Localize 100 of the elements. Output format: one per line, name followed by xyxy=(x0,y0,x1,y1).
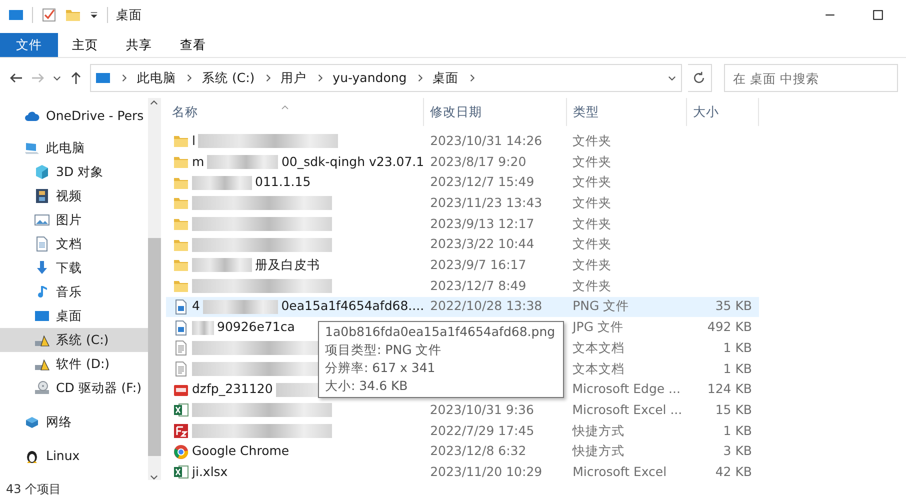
folder-icon xyxy=(173,216,189,232)
file-type: 文件夹 xyxy=(572,132,612,148)
file-type: 文件夹 xyxy=(572,154,612,169)
modified-date: 2023/12/7 8:49 xyxy=(430,278,526,293)
sidebar-item[interactable]: 软件 (D:) xyxy=(0,352,148,376)
status-text: 43 个项目 xyxy=(6,482,62,496)
modified-date: 2023/11/20 10:29 xyxy=(430,464,542,479)
file-type: 文本文档 xyxy=(572,360,625,376)
ribbon-tab[interactable]: 查看 xyxy=(166,33,220,57)
breadcrumb[interactable]: 此电脑 xyxy=(137,68,176,88)
file-type: 文本文档 xyxy=(572,340,625,355)
sidebar-item[interactable]: 图片 xyxy=(0,208,148,232)
picture-icon xyxy=(34,212,50,228)
checklist-icon xyxy=(41,7,57,23)
file-size: 35 KB xyxy=(715,298,752,314)
file-type: PNG 文件 xyxy=(572,298,630,314)
desktop-icon xyxy=(34,308,50,324)
modified-date: 2023/10/31 14:26 xyxy=(430,132,542,148)
file-size: 3 KB xyxy=(723,443,752,458)
file-name: 90926e71ca xyxy=(217,318,295,336)
modified-date: 2023/12/8 6:32 xyxy=(430,443,526,458)
modified-date: 2023/11/23 13:43 xyxy=(430,195,542,210)
text-file-icon xyxy=(173,340,189,356)
column-header[interactable]: 修改日期 xyxy=(424,98,567,126)
sidebar-item[interactable]: 音乐 xyxy=(0,280,148,304)
refresh-icon xyxy=(692,71,706,85)
folder-icon xyxy=(173,257,189,274)
sidebar-item[interactable]: 网络 xyxy=(0,410,148,434)
file-type: 快捷方式 xyxy=(572,422,625,438)
refresh-button[interactable] xyxy=(688,64,712,92)
file-size: 492 KB xyxy=(707,319,752,334)
image-file-icon xyxy=(173,298,189,315)
breadcrumb[interactable]: yu-yandong xyxy=(332,68,407,88)
breadcrumb[interactable]: 系统 (C:) xyxy=(202,68,255,88)
file-name: 00_sdk-qingh v23.07.1 xyxy=(281,152,424,171)
file-size: 42 KB xyxy=(715,464,752,479)
text-file-icon xyxy=(173,360,189,377)
tooltip-line: 大小: 34.6 KB xyxy=(325,377,409,395)
ribbon-tab[interactable]: 主页 xyxy=(58,33,112,57)
column-header[interactable]: 类型 xyxy=(567,98,687,126)
folder-icon xyxy=(173,133,189,150)
ribbon-tab[interactable]: 共享 xyxy=(112,33,166,57)
file-size: 124 KB xyxy=(707,381,752,396)
document-icon xyxy=(34,236,50,252)
file-type: 文件夹 xyxy=(572,236,612,252)
file-size: 15 KB xyxy=(715,402,752,417)
folder-icon xyxy=(173,278,189,294)
address-bar[interactable]: 此电脑 系统 (C:) 用户 yu-yandong 桌面 xyxy=(90,64,682,92)
modified-date: 2022/7/29 17:45 xyxy=(430,422,534,438)
spreadsheet-icon xyxy=(173,464,189,480)
browser-icon xyxy=(173,444,189,460)
desktop-icon xyxy=(95,70,111,86)
ribbon-tab[interactable]: 文件 xyxy=(0,33,58,57)
cube-icon xyxy=(34,164,50,180)
file-name: l xyxy=(192,132,196,150)
sidebar-item[interactable]: CD 驱动器 (F:) xyxy=(0,376,148,400)
sidebar-item[interactable]: 此电脑 xyxy=(0,136,148,160)
file-name: ji.xlsx xyxy=(192,462,228,480)
file-name: dzfp_231120 xyxy=(192,380,273,398)
cd-drive-icon xyxy=(34,380,50,396)
penguin-icon xyxy=(24,448,40,464)
sidebar-item[interactable]: 下载 xyxy=(0,256,148,280)
folder-icon xyxy=(173,195,189,212)
download-arrow-icon xyxy=(34,260,50,276)
window-title: 桌面 xyxy=(116,6,142,24)
tooltip-line: 1a0b816fda0ea15a1f4654afd68.png xyxy=(325,323,556,341)
file-size: 1 KB xyxy=(723,422,752,438)
modified-date: 2023/12/7 15:49 xyxy=(430,174,534,190)
breadcrumb[interactable]: 桌面 xyxy=(432,68,459,88)
sidebar-item[interactable]: 视频 xyxy=(0,184,148,208)
file-name: Google Chrome xyxy=(192,442,290,460)
sidebar-item[interactable]: Linux xyxy=(0,444,148,468)
shortcut-app-icon xyxy=(173,422,189,439)
sidebar-item[interactable]: 文档 xyxy=(0,232,148,256)
file-size: 1 KB xyxy=(723,360,752,376)
film-icon xyxy=(34,188,50,204)
scrollbar[interactable] xyxy=(148,98,161,480)
column-header[interactable]: 大小 xyxy=(687,98,759,126)
breadcrumb[interactable]: 用户 xyxy=(280,68,307,88)
sidebar-item[interactable]: 系统 (C:) xyxy=(0,328,148,352)
file-type: Microsoft Edge ... xyxy=(572,381,680,396)
modified-date: 2023/9/7 16:17 xyxy=(430,257,526,272)
folder-icon xyxy=(173,154,189,170)
computer-icon xyxy=(24,140,40,156)
folder-icon xyxy=(65,7,81,23)
desktop-icon xyxy=(8,7,24,23)
spreadsheet-icon xyxy=(173,402,189,418)
dropdown-caret-icon xyxy=(89,10,99,20)
sidebar-item[interactable]: 3D 对象 xyxy=(0,160,148,184)
network-icon xyxy=(24,414,40,430)
file-name: 011.1.15 xyxy=(255,173,311,192)
file-type: Microsoft Excel ... xyxy=(572,402,682,417)
file-size: 1 KB xyxy=(723,340,752,355)
file-type: 快捷方式 xyxy=(572,443,625,458)
sidebar-item[interactable]: 桌面 xyxy=(0,304,148,328)
image-file-icon xyxy=(173,320,189,336)
sidebar-item[interactable]: OneDrive - Pers xyxy=(0,104,148,128)
column-header[interactable]: 名称 xyxy=(166,98,424,126)
file-type: 文件夹 xyxy=(572,278,612,293)
search-field[interactable]: 在 桌面 中搜索 xyxy=(724,64,898,92)
